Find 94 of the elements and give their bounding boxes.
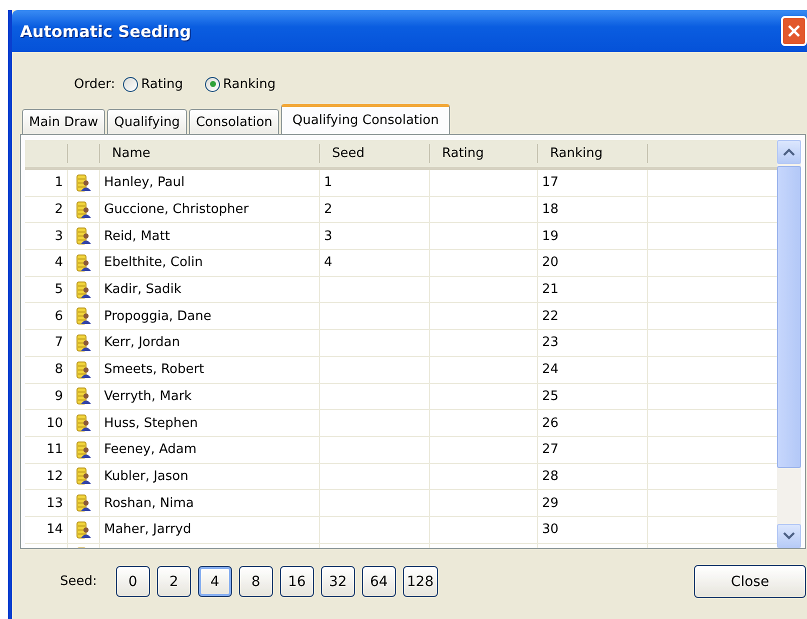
radio-button[interactable] — [205, 76, 220, 92]
row-number: 9 — [25, 384, 68, 410]
row-number: 10 — [25, 410, 68, 437]
player-icon — [76, 227, 92, 246]
table-cell: Roshan, Nima — [100, 490, 320, 517]
row-number: 4 — [25, 250, 68, 277]
table-cell: Kerr, Jordan — [100, 330, 320, 357]
radio-option[interactable]: Rating — [123, 76, 184, 92]
radio-button[interactable] — [123, 76, 138, 92]
column-header[interactable]: Ranking — [538, 144, 648, 163]
row-number: 1 — [25, 170, 68, 197]
tab[interactable]: Consolation — [188, 109, 280, 134]
table-cell: Propoggia, Dane — [100, 303, 320, 330]
row-number: 2 — [25, 196, 68, 224]
table-cell: 28 — [538, 464, 648, 490]
table-cell: Smeets, Robert — [100, 356, 320, 384]
player-icon — [76, 467, 92, 486]
order-label: Order: — [74, 76, 116, 92]
row-number: 5 — [25, 276, 68, 304]
player-icon — [76, 387, 92, 406]
player-icon — [76, 334, 92, 352]
tab[interactable]: Qualifying Consolation — [281, 104, 450, 134]
column-header[interactable]: Seed — [320, 144, 430, 163]
close-button[interactable] — [781, 16, 807, 46]
table-cell: 18 — [538, 196, 648, 224]
row-number: 7 — [25, 330, 68, 357]
table-cell: 4 — [320, 250, 430, 277]
player-icon — [76, 307, 92, 326]
table-cell: Guccione, Christopher — [100, 196, 320, 224]
player-icon — [76, 200, 92, 219]
row-number: 11 — [25, 436, 68, 464]
radio-label: Ranking — [223, 76, 276, 92]
seed-label: Seed: — [60, 574, 97, 589]
table-cell: 22 — [538, 303, 648, 330]
player-icon — [76, 360, 92, 379]
row-number: 14 — [25, 516, 68, 544]
table-cell: Kubler, Jason — [100, 464, 320, 490]
table-cell: 30 — [538, 516, 648, 544]
close-button[interactable]: Close — [694, 565, 806, 598]
table-cell: 1 — [320, 170, 430, 197]
table-cell: 21 — [538, 276, 648, 304]
table-cell: Kadir, Sadik — [100, 276, 320, 304]
window-title: Automatic Seeding — [20, 22, 192, 40]
player-icon — [76, 174, 92, 192]
table-cell: Hanley, Paul — [100, 170, 320, 197]
player-icon — [76, 414, 92, 432]
table-cell: 20 — [538, 250, 648, 277]
chevron-down-icon — [783, 532, 795, 540]
row-number: 8 — [25, 356, 68, 384]
player-icon — [76, 280, 92, 299]
table-cell: Reid, Matt — [100, 223, 320, 250]
vertical-scrollbar[interactable] — [777, 140, 801, 548]
table-cell: Feeney, Adam — [100, 436, 320, 464]
scroll-up-button[interactable] — [777, 140, 801, 164]
column-header[interactable]: Name — [100, 144, 320, 163]
table-cell: 24 — [538, 356, 648, 384]
seed-button[interactable]: 128 — [402, 566, 438, 597]
table-cell: 23 — [538, 330, 648, 357]
scroll-down-button[interactable] — [777, 524, 801, 548]
row-number: 3 — [25, 223, 68, 250]
seed-button[interactable]: 32 — [320, 566, 355, 597]
tab[interactable]: Qualifying — [107, 109, 187, 134]
table-cell: 29 — [538, 490, 648, 517]
row-number: 6 — [25, 303, 68, 330]
seed-button[interactable]: 16 — [280, 566, 314, 597]
close-icon — [787, 24, 801, 38]
seed-button[interactable]: 0 — [116, 566, 150, 597]
scroll-thumb[interactable] — [777, 166, 801, 468]
seed-button[interactable]: 2 — [156, 566, 191, 597]
player-icon — [76, 254, 92, 272]
table-cell: Ebelthite, Colin — [100, 250, 320, 277]
table-cell: Maher, Jarryd — [100, 516, 320, 544]
table-cell: 25 — [538, 384, 648, 410]
table-cell: 19 — [538, 223, 648, 250]
row-number: 12 — [25, 464, 68, 490]
player-icon — [76, 440, 92, 459]
player-icon — [76, 494, 92, 512]
table-cell: 3 — [320, 223, 430, 250]
column-header[interactable]: Rating — [430, 144, 538, 163]
radio-option[interactable]: Ranking — [205, 76, 276, 92]
table-cell: 2 — [320, 196, 430, 224]
seed-button[interactable]: 8 — [238, 566, 273, 597]
table-cell: 17 — [538, 170, 648, 197]
player-icon — [76, 520, 92, 539]
table-cell: Huss, Stephen — [100, 410, 320, 437]
chevron-up-icon — [783, 148, 795, 156]
radio-label: Rating — [141, 76, 184, 92]
table-cell: 26 — [538, 410, 648, 437]
seed-button[interactable]: 64 — [362, 566, 396, 597]
table-cell: 27 — [538, 436, 648, 464]
row-number: 13 — [25, 490, 68, 517]
tab[interactable]: Main Draw — [22, 109, 106, 134]
seed-button[interactable]: 4 — [198, 566, 232, 597]
table-cell: Verryth, Mark — [100, 384, 320, 410]
